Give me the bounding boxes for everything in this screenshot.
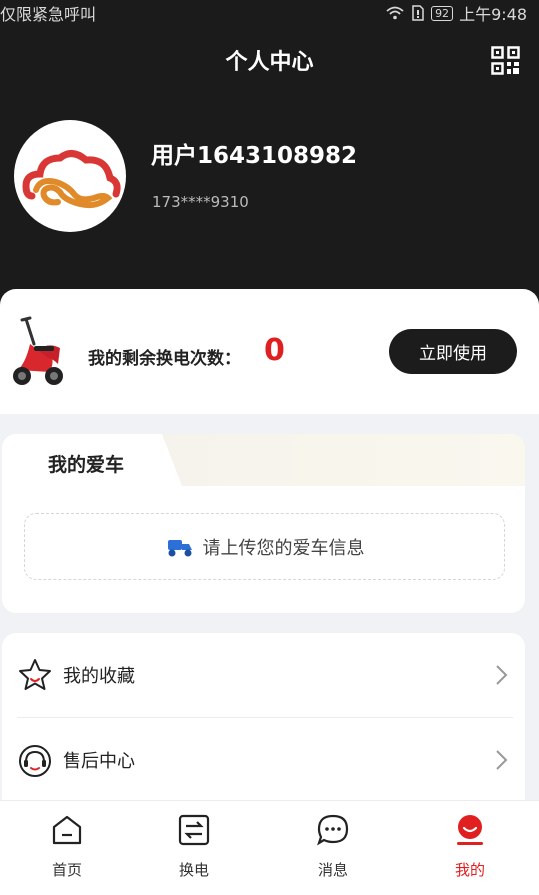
upload-car-info-button[interactable]: 请上传您的爱车信息 — [24, 513, 505, 580]
qr-code-icon[interactable] — [491, 46, 520, 75]
chevron-right-icon — [496, 750, 508, 770]
tab-label: 换电 — [178, 861, 209, 879]
status-icons: 92 上午9:48 — [385, 1, 527, 25]
scooter-icon — [167, 539, 192, 556]
sim-icon — [412, 5, 424, 21]
battery-indicator: 92 — [431, 5, 454, 21]
chevron-right-icon — [496, 665, 508, 685]
avatar[interactable] — [14, 120, 126, 232]
tab-swap[interactable]: 换电 — [127, 801, 261, 895]
upload-car-info-text: 请上传您的爱车信息 — [202, 537, 365, 559]
cloud-logo-icon — [22, 150, 121, 209]
swap-icon — [178, 814, 210, 846]
headset-icon — [19, 745, 51, 777]
scooter-icon — [13, 316, 63, 385]
menu-item-favorites[interactable]: 我的收藏 — [2, 633, 525, 718]
status-bar: 仅限紧急呼叫 92 上午9:48 — [0, 0, 539, 26]
tab-label: 首页 — [51, 861, 82, 879]
tab-label: 消息 — [317, 861, 348, 879]
status-carrier-text: 仅限紧急呼叫 — [0, 5, 97, 24]
message-icon — [317, 814, 349, 846]
status-time: 上午9:48 — [459, 5, 527, 24]
menu-item-label: 售后中心 — [63, 751, 135, 772]
home-icon — [52, 815, 82, 845]
tab-profile[interactable]: 我的 — [403, 801, 537, 895]
wifi-icon — [386, 6, 404, 20]
swap-count-label: 我的剩余换电次数： — [88, 349, 241, 369]
tab-home[interactable]: 首页 — [0, 801, 134, 895]
swap-count-value: 0 — [264, 333, 285, 368]
menu-item-label: 我的收藏 — [63, 666, 135, 687]
bottom-tab-bar: 首页 换电 消息 我的 — [0, 800, 539, 895]
tab-messages[interactable]: 消息 — [266, 801, 400, 895]
my-car-title: 我的爱车 — [48, 454, 125, 476]
my-car-card: 我的爱车 请上传您的爱车信息 — [2, 434, 525, 613]
phone-number: 173****9310 — [152, 193, 249, 211]
menu-item-after-sales[interactable]: 售后中心 — [2, 718, 525, 802]
use-now-button[interactable]: 立即使用 — [389, 329, 517, 374]
page-title: 个人中心 — [225, 50, 314, 75]
username: 用户1643108982 — [151, 143, 358, 169]
menu-card: 我的收藏 售后中心 — [2, 633, 525, 813]
tab-label: 我的 — [454, 861, 485, 879]
profile-icon — [457, 815, 483, 845]
star-icon — [19, 659, 51, 690]
battery-swap-card: 我的剩余换电次数： 0 立即使用 — [0, 289, 539, 414]
